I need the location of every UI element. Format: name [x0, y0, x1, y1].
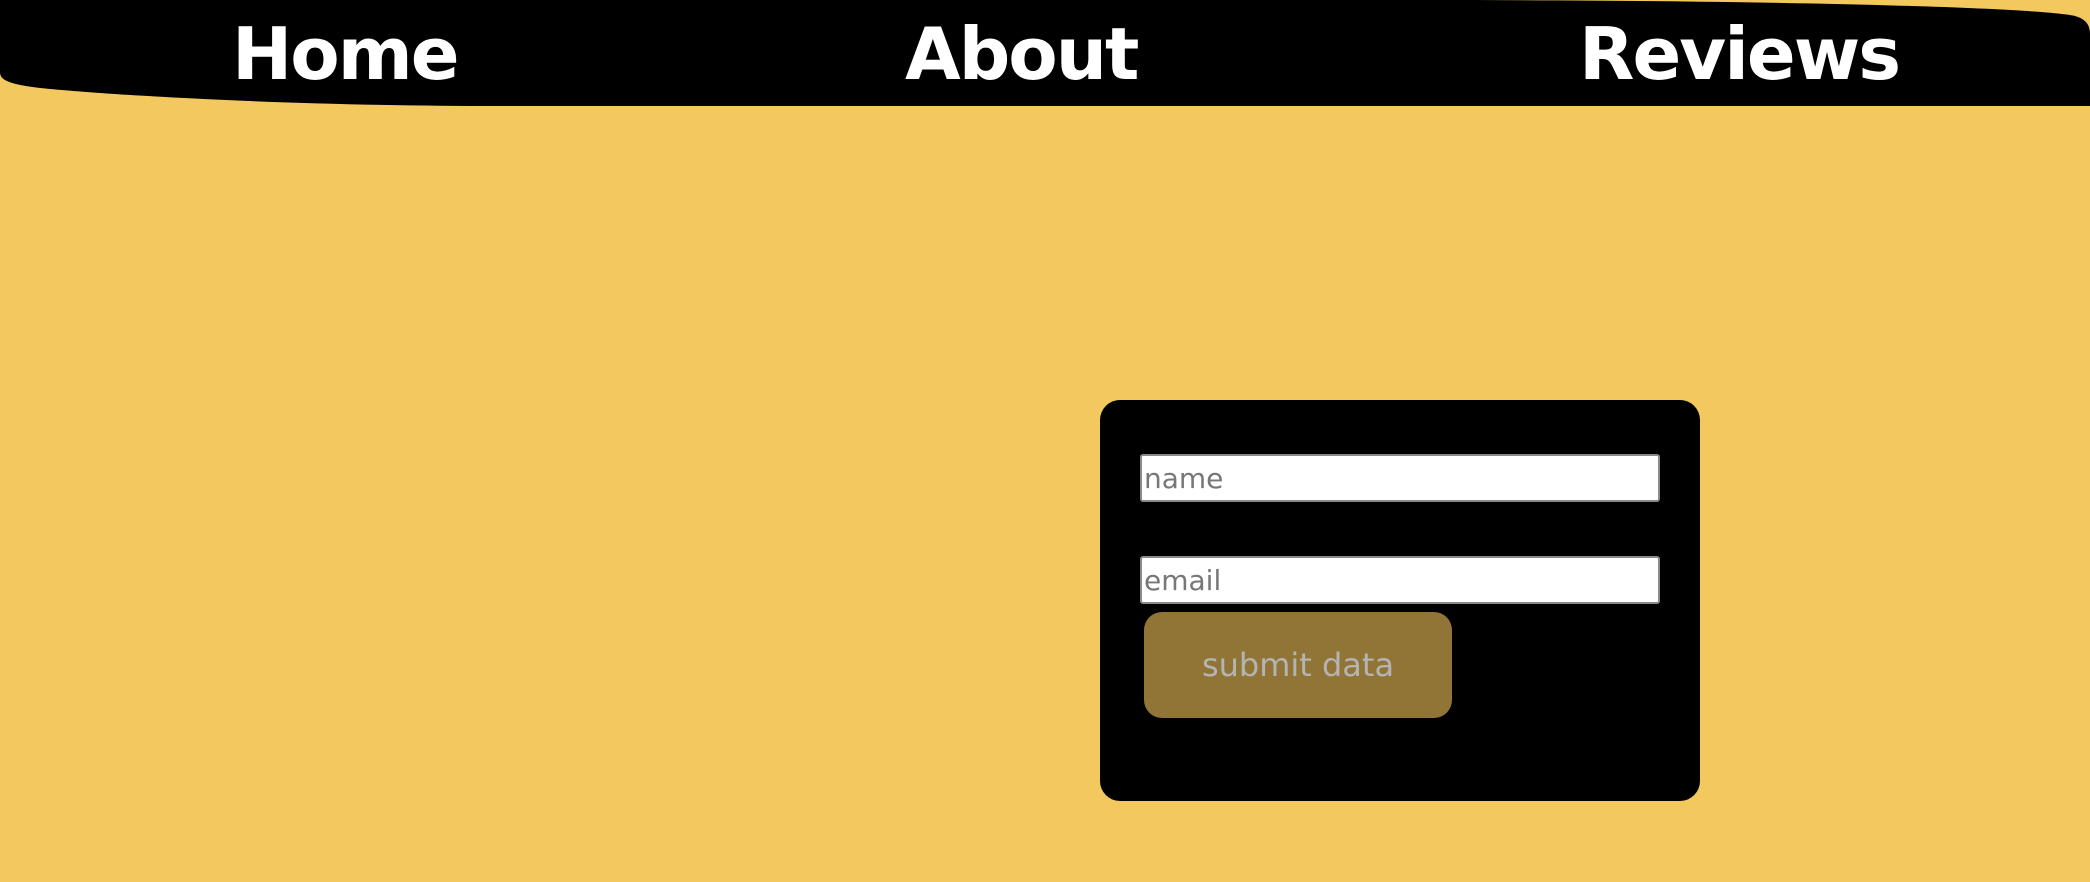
name-input[interactable] [1140, 454, 1660, 502]
nav-link-home[interactable]: Home [232, 8, 460, 100]
signup-form-card: submit data [1100, 400, 1700, 801]
nav-link-about[interactable]: About [905, 8, 1139, 100]
email-input[interactable] [1140, 556, 1660, 604]
page: Home About Reviews submit data [0, 0, 2090, 882]
submit-data-button[interactable]: submit data [1144, 612, 1452, 718]
top-navigation-bar: Home About Reviews [0, 0, 2090, 106]
nav-link-reviews[interactable]: Reviews [1579, 8, 1901, 100]
